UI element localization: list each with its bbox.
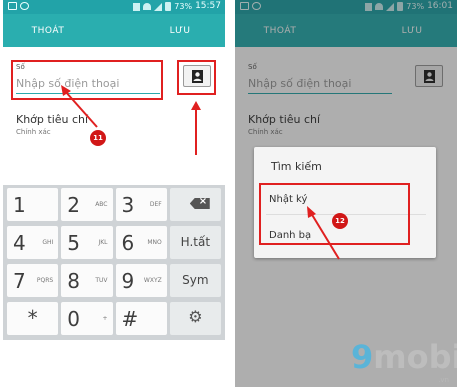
backspace-key[interactable]: × <box>169 188 221 221</box>
key-3[interactable]: 3 DEF <box>115 188 167 221</box>
watermark-domain: .vn <box>438 376 449 384</box>
key-4[interactable]: 4 GHI <box>7 226 59 259</box>
action-bar: THOÁT LƯU <box>3 14 225 47</box>
gallery-notification-icon <box>8 2 17 10</box>
symbols-key[interactable]: Sym <box>169 264 221 297</box>
wifi-icon <box>143 3 152 10</box>
input-highlight-box <box>11 60 163 100</box>
watermark-logo: 9mobi <box>351 338 457 376</box>
battery-icon <box>165 2 172 11</box>
key-2[interactable]: 2 ABC <box>61 188 113 221</box>
keypad-row: 4 GHI 5 JKL 6 MNO H.tất <box>7 226 221 259</box>
cancel-button[interactable]: THOÁT <box>18 26 78 36</box>
key-9[interactable]: 9 WXYZ <box>115 264 167 297</box>
key-7[interactable]: 7 PQRS <box>7 264 59 297</box>
gear-icon: ⚙ <box>188 307 203 326</box>
done-key[interactable]: H.tất <box>169 226 221 259</box>
key-star[interactable]: * <box>7 302 59 335</box>
dial-keypad: 1 2 ABC 3 DEF × 4 GHI 5 JKL 6 MNO H.tất 7 PQRS… <box>3 185 225 340</box>
key-5[interactable]: 5 JKL <box>61 226 113 259</box>
asterisk-icon: * <box>27 306 38 330</box>
clock-notification-icon <box>20 2 29 10</box>
signal-icon <box>154 2 163 11</box>
key-0[interactable]: 0 + <box>61 302 113 335</box>
key-8[interactable]: 8 TUV <box>61 264 113 297</box>
match-criteria-value: Chính xác <box>16 128 51 136</box>
step-marker: 11 <box>90 130 106 146</box>
clock-time: 15:57 <box>195 1 221 11</box>
save-button[interactable]: LƯU <box>150 26 210 36</box>
contacts-highlight-box <box>177 60 216 95</box>
tutorial-image: 73% 15:57 THOÁT LƯU Số Khớp tiêu chí Chí… <box>0 0 460 387</box>
status-bar: 73% 15:57 <box>3 0 225 14</box>
bottom-strip <box>3 340 225 387</box>
key-1[interactable]: 1 <box>7 188 59 221</box>
step-marker: 12 <box>332 213 348 229</box>
phone-screen-left: 73% 15:57 THOÁT LƯU Số Khớp tiêu chí Chí… <box>3 0 225 387</box>
battery-percent: 73% <box>174 2 193 11</box>
vibrate-icon <box>133 2 141 11</box>
site-watermark: 9mobi .vn <box>333 338 457 384</box>
keypad-row: 7 PQRS 8 TUV 9 WXYZ Sym <box>7 264 221 297</box>
keypad-row: * 0 + # ⚙ <box>7 302 221 335</box>
phone-screen-right: 73% 16:01 THOÁT LƯU Số Khớp tiêu chí Chí… <box>235 0 457 387</box>
arrow-head-contacts <box>191 101 201 110</box>
dialog-title: Tìm kiếm <box>271 160 322 173</box>
key-6[interactable]: 6 MNO <box>115 226 167 259</box>
keyboard-settings-key[interactable]: ⚙ <box>169 302 221 335</box>
key-hash[interactable]: # <box>115 302 167 335</box>
keypad-row: 1 2 ABC 3 DEF × <box>7 188 221 221</box>
match-criteria-title[interactable]: Khớp tiêu chí <box>16 113 88 126</box>
